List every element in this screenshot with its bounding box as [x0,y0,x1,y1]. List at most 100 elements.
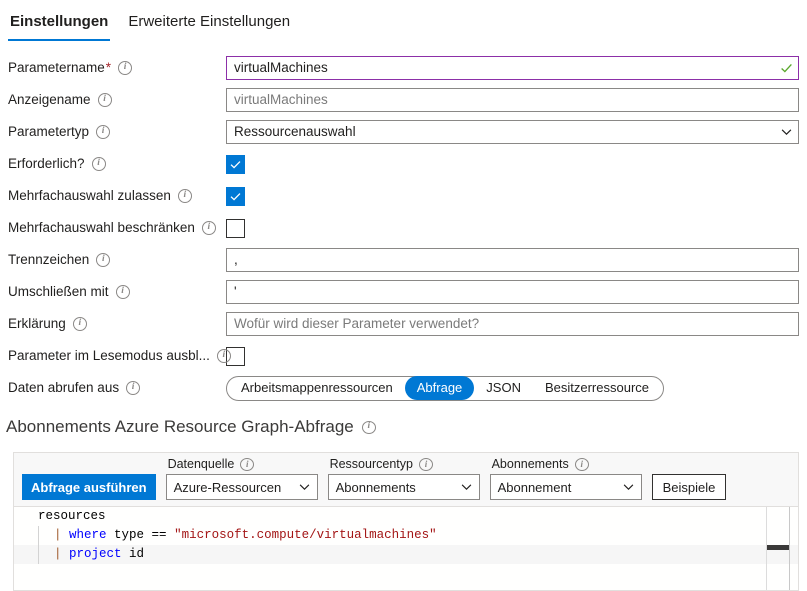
spacer-label [22,456,156,472]
label-get-data-from: Daten abrufen aus i [0,379,226,397]
quote-with-value: ' [234,284,237,299]
label-text: Anzeigename [8,92,91,107]
required-asterisk: * [105,60,112,75]
row-quote-with: Umschließen mit i ' [0,276,807,308]
info-icon[interactable]: i [118,61,133,75]
row-hide-param-read-mode: Parameter im Lesemodus ausbl... i [0,340,807,372]
checkmark-icon [230,192,241,201]
label-text: Mehrfachauswahl zulassen [8,188,171,203]
row-parameter-type: Parametertyp i Ressourcenauswahl [0,116,807,148]
info-icon[interactable]: i [96,125,111,139]
data-source-value: Azure-Ressourcen [173,479,282,495]
info-icon[interactable]: i [418,457,433,471]
info-icon[interactable]: i [115,285,130,299]
chevron-down-icon [299,484,309,490]
parameter-name-value: virtualMachines [234,60,328,75]
info-icon[interactable]: i [72,317,87,331]
info-icon[interactable]: i [177,189,192,203]
limit-multi-select-checkbox[interactable] [226,218,245,238]
info-icon[interactable]: i [216,349,231,363]
label-parameter-name: Parametername * i [0,59,226,77]
resource-type-select[interactable]: Abonnements [327,474,480,500]
parameter-name-input[interactable]: virtualMachines [226,56,799,80]
run-query-button[interactable]: Abfrage ausführen [22,474,156,500]
label-text: Umschließen mit [8,284,109,299]
chevron-down-icon [781,129,792,136]
subscriptions-group: Abonnements i Abonnement [489,456,642,500]
info-icon[interactable]: i [574,457,589,471]
segment-query[interactable]: Abfrage [404,376,475,400]
settings-form: Parametername * i virtualMachines Anzeige… [0,52,807,404]
code-token: type [106,528,152,542]
label-text: Ressourcentyp [329,457,413,471]
allow-multi-select-checkbox[interactable] [226,186,245,206]
tab-erweiterte-einstellungen[interactable]: Erweiterte Einstellungen [118,8,300,41]
subscriptions-label: Abonnements i [490,456,642,472]
delimiter-input[interactable]: , [226,248,799,272]
info-icon[interactable]: i [91,157,106,171]
label-text: Daten abrufen aus [8,380,120,395]
info-icon[interactable]: i [201,221,216,235]
explanation-input[interactable]: Wofür wird dieser Parameter verwendet? [226,312,799,336]
code-token: == [151,528,167,542]
row-delimiter: Trennzeichen i , [0,244,807,276]
label-parameter-type: Parametertyp i [0,123,226,141]
info-icon[interactable]: i [126,381,141,395]
label-explanation: Erklärung i [0,315,226,333]
label-text: Abonnements [491,457,569,471]
label-hide-param-read-mode: Parameter im Lesemodus ausbl... i [0,347,231,365]
samples-group: Beispiele [651,456,727,500]
data-source-select[interactable]: Azure-Ressourcen [165,474,318,500]
parameter-type-select[interactable]: Ressourcenauswahl [226,120,799,144]
checkmark-icon [230,160,241,169]
row-get-data-from: Daten abrufen aus i Arbeitsmappenressour… [0,372,807,404]
indent-guide [38,545,39,564]
info-icon[interactable]: i [361,420,376,434]
row-parameter-name: Parametername * i virtualMachines [0,52,807,84]
editor-scrollbar-track[interactable] [789,507,790,590]
get-data-from-segmented-control: Arbeitsmappenressourcen Abfrage JSON Bes… [226,375,665,401]
segment-json[interactable]: JSON [474,376,533,400]
samples-button[interactable]: Beispiele [651,474,727,500]
segment-workbook-resources[interactable]: Arbeitsmappenressourcen [229,376,405,400]
tab-bar: Einstellungen Erweiterte Einstellungen [0,8,807,44]
required-checkbox[interactable] [226,154,245,174]
display-name-input[interactable]: virtualMachines [226,88,799,112]
tab-einstellungen[interactable]: Einstellungen [0,8,118,41]
chevron-down-icon [623,484,633,490]
run-query-group: Abfrage ausführen [22,456,156,500]
row-limit-multi-select: Mehrfachauswahl beschränken i [0,212,807,244]
tab-label: Einstellungen [10,13,109,30]
editor-scrollbar-thumb[interactable] [767,545,789,550]
code-token: | [54,547,70,561]
query-section-title: Abonnements Azure Resource Graph-Abfrage… [6,415,376,439]
code-token: resources [38,509,106,523]
query-toolbar: Abfrage ausführen Datenquelle i Azure-Re… [14,453,798,507]
quote-with-input[interactable]: ' [226,280,799,304]
resource-type-label: Ressourcentyp i [328,456,480,472]
label-text: Parametername [8,60,105,75]
subscriptions-select[interactable]: Abonnement [489,474,642,500]
code-line: resources [14,507,798,526]
label-quote-with: Umschließen mit i [0,283,226,301]
row-explanation: Erklärung i Wofür wird dieser Parameter … [0,308,807,340]
resource-type-value: Abonnements [335,479,416,495]
code-line: | where type == "microsoft.compute/virtu… [14,526,798,545]
explanation-placeholder: Wofür wird dieser Parameter verwendet? [234,316,480,331]
checkmark-icon [781,63,792,73]
code-token: "microsoft.compute/virtualmachines" [174,528,437,542]
kql-code-editor[interactable]: resources | where type == "microsoft.com… [14,507,798,590]
code-token: where [69,528,107,542]
delimiter-value: , [234,252,238,267]
data-source-group: Datenquelle i Azure-Ressourcen [165,456,318,500]
label-display-name: Anzeigename i [0,91,226,109]
info-icon[interactable]: i [97,93,112,107]
display-name-placeholder: virtualMachines [234,92,328,107]
segment-owner-resource[interactable]: Besitzerressource [533,376,661,400]
label-required: Erforderlich? i [0,155,226,173]
info-icon[interactable]: i [96,253,111,267]
row-allow-multi-select: Mehrfachauswahl zulassen i [0,180,807,212]
info-icon[interactable]: i [240,457,255,471]
section-title-text: Abonnements Azure Resource Graph-Abfrage [6,417,354,436]
